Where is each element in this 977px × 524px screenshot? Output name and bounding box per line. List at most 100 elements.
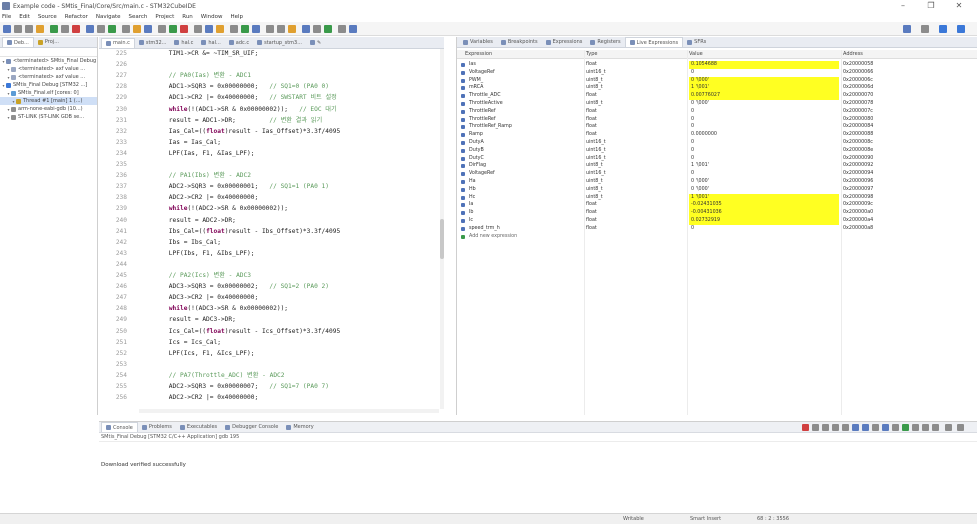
toolbar-tool-icon[interactable]	[72, 25, 80, 33]
expression-value[interactable]: 0 '\000'	[691, 101, 709, 106]
editor-tab[interactable]: startup_stm3...	[253, 38, 306, 48]
tab-debug[interactable]: Deb...	[2, 37, 34, 47]
console-tool-icon[interactable]	[842, 424, 849, 431]
code-area[interactable]: 225 TIM1->CR &= ~TIM_SR_UIF; 226 227 // PA…	[99, 49, 439, 409]
code-line[interactable]: 246 ADC3->SQR3 = 0x00000002; // SQ1=2 (P…	[99, 282, 439, 291]
expression-value[interactable]: 1 '\001'	[691, 163, 709, 168]
editor-tab[interactable]: ✎	[306, 38, 325, 48]
console-tool-icon[interactable]	[945, 424, 952, 431]
tree-item[interactable]: ▾ <terminated> axf value ...	[0, 65, 97, 73]
toolbar-tool-icon[interactable]	[302, 25, 310, 33]
code-line[interactable]: 245 // PA2(Ics) 변환 - ADC3	[99, 271, 439, 280]
add-expression-row[interactable]: Add new expression	[457, 233, 977, 241]
menu-project[interactable]: Project	[155, 14, 174, 20]
expression-row[interactable]: VoltageRef uint16_t 0 0x20000066	[457, 69, 977, 77]
code-line[interactable]: 232 Ias_Cal=((float)result - Ias_Offset)…	[99, 127, 439, 136]
console-tool-icon[interactable]	[957, 424, 964, 431]
code-line[interactable]: 227 // PA0(Ias) 변환 - ADC1	[99, 71, 439, 80]
expression-value[interactable]: 0.0000000	[691, 132, 717, 137]
tree-item[interactable]: ▾ SMtis_Final.elf [cores: 0]	[0, 89, 97, 97]
expression-row[interactable]: Hb uint8_t 0 '\000' 0x20000097	[457, 186, 977, 194]
code-line[interactable]: 228 ADC1->SQR3 = 0x00000000; // SQ1=0 (P…	[99, 82, 439, 91]
expression-row[interactable]: Ic float 0.02732919 0x200000a4	[457, 217, 977, 225]
code-line[interactable]: 255 ADC2->SQR3 = 0x00000007; // SQ1=7 (P…	[99, 382, 439, 391]
code-line[interactable]: 249 result = ADC3->DR;	[99, 315, 439, 324]
close-button[interactable]: ✕	[948, 0, 970, 12]
expression-row[interactable]: DutyA uint16_t 0 0x2000008c	[457, 139, 977, 147]
tab-variables[interactable]: Variables	[459, 37, 497, 47]
expression-row[interactable]: Ib float -0.00431036 0x200000a0	[457, 209, 977, 217]
column-header-value[interactable]: Value	[689, 51, 703, 57]
code-line[interactable]: 250 Ics_Cal=((float)result - Ics_Offset)…	[99, 327, 439, 336]
perspective-icon[interactable]	[903, 25, 911, 33]
code-line[interactable]: 248 while(!(ADC3->SR & 0x00000002));	[99, 304, 439, 313]
console-tool-icon[interactable]	[802, 424, 809, 431]
minimize-button[interactable]: –	[892, 0, 914, 12]
code-line[interactable]: 254 // PA7(Throttle_ADC) 변환 - ADC2	[99, 371, 439, 380]
menu-navigate[interactable]: Navigate	[96, 14, 121, 20]
expression-value[interactable]: 0.00776027	[691, 93, 720, 98]
expression-value[interactable]: 0	[691, 140, 694, 145]
code-line[interactable]: 242 Ibs = Ibs_Cal;	[99, 238, 439, 247]
expression-value[interactable]: 0	[691, 70, 694, 75]
toolbar-tool-icon[interactable]	[313, 25, 321, 33]
expression-row[interactable]: DutyC uint16_t 0 0x20000090	[457, 155, 977, 163]
toolbar-tool-icon[interactable]	[86, 25, 94, 33]
code-line[interactable]: 235	[99, 160, 439, 169]
expression-row[interactable]: DutyB uint16_t 0 0x2000008e	[457, 147, 977, 155]
code-line[interactable]: 231 result = ADC1->DR; // 변환 결과 읽기	[99, 116, 439, 125]
expression-value[interactable]: 0	[691, 226, 694, 231]
console-tool-icon[interactable]	[912, 424, 919, 431]
console-tool-icon[interactable]	[862, 424, 869, 431]
toolbar-tool-icon[interactable]	[97, 25, 105, 33]
toolbar-tool-icon[interactable]	[14, 25, 22, 33]
expression-row[interactable]: Ha uint8_t 0 '\000' 0x20000096	[457, 178, 977, 186]
code-line[interactable]: 251 Ics = Ics_Cal;	[99, 338, 439, 347]
column-header-type[interactable]: Type	[586, 51, 597, 57]
editor-tab[interactable]: hal.c	[170, 38, 197, 48]
tree-item[interactable]: ▾ arm-none-eabi-gdb (10...)	[0, 105, 97, 113]
menu-source[interactable]: Source	[38, 14, 57, 20]
menu-run[interactable]: Run	[182, 14, 193, 20]
editor-horizontal-scrollbar[interactable]	[139, 409, 439, 413]
toolbar-tool-icon[interactable]	[169, 25, 177, 33]
console-tool-icon[interactable]	[812, 424, 819, 431]
menu-refactor[interactable]: Refactor	[65, 14, 88, 20]
code-line[interactable]: 233 Ias = Ias_Cal;	[99, 138, 439, 147]
code-line[interactable]: 236 // PA1(Ibs) 변환 - ADC2	[99, 171, 439, 180]
code-line[interactable]: 234 LPF(Ias, F1, &Ias_LPF);	[99, 149, 439, 158]
expression-value[interactable]: -0.02431035	[691, 202, 722, 207]
toolbar-tool-icon[interactable]	[25, 25, 33, 33]
toolbar-tool-icon[interactable]	[36, 25, 44, 33]
toolbar-tool-icon[interactable]	[241, 25, 249, 33]
toolbar-tool-icon[interactable]	[205, 25, 213, 33]
tree-item[interactable]: ▾ <terminated> axf value ...	[0, 73, 97, 81]
expression-value[interactable]: 0.1054688	[691, 62, 717, 67]
expression-value[interactable]: 1 '\001'	[691, 195, 709, 200]
code-line[interactable]: 256 ADC2->CR2 |= 0x40000000;	[99, 393, 439, 402]
toolbar-tool-icon[interactable]	[288, 25, 296, 33]
maximize-button[interactable]: ❐	[920, 0, 942, 12]
expression-row[interactable]: ThrottleActive uint8_t 0 '\000' 0x20000078	[457, 100, 977, 108]
toolbar-tool-icon[interactable]	[349, 25, 357, 33]
tab-project-explorer[interactable]: Proj...	[34, 37, 63, 47]
expression-row[interactable]: Throttle_ADC float 0.00776027 0x20000070	[457, 92, 977, 100]
editor-tab[interactable]: adc.c	[225, 38, 253, 48]
tab-expressions[interactable]: Expressions	[542, 37, 587, 47]
expression-value[interactable]: 0	[691, 124, 694, 129]
expression-row[interactable]: PWM_ uint8_t 0 '\000' 0x2000006c	[457, 76, 977, 85]
code-line[interactable]: 226	[99, 60, 439, 69]
console-tool-icon[interactable]	[882, 424, 889, 431]
console-tool-icon[interactable]	[892, 424, 899, 431]
expression-value[interactable]: -0.00431036	[691, 210, 722, 215]
console-tool-icon[interactable]	[902, 424, 909, 431]
menu-search[interactable]: Search	[129, 14, 148, 20]
tab-sfrs[interactable]: SFRs	[683, 37, 710, 47]
expression-value[interactable]: 0	[691, 117, 694, 122]
expression-row[interactable]: Hc uint8_t 1 '\001' 0x20000098	[457, 193, 977, 202]
tab-console[interactable]: Console	[101, 422, 138, 432]
console-tool-icon[interactable]	[832, 424, 839, 431]
code-line[interactable]: 243 LPF(Ibs, F1, &Ibs_LPF);	[99, 249, 439, 258]
expression-row[interactable]: ThrottleRef float 0 0x20000080	[457, 116, 977, 124]
code-line[interactable]: 247 ADC3->CR2 |= 0x40000000;	[99, 293, 439, 302]
